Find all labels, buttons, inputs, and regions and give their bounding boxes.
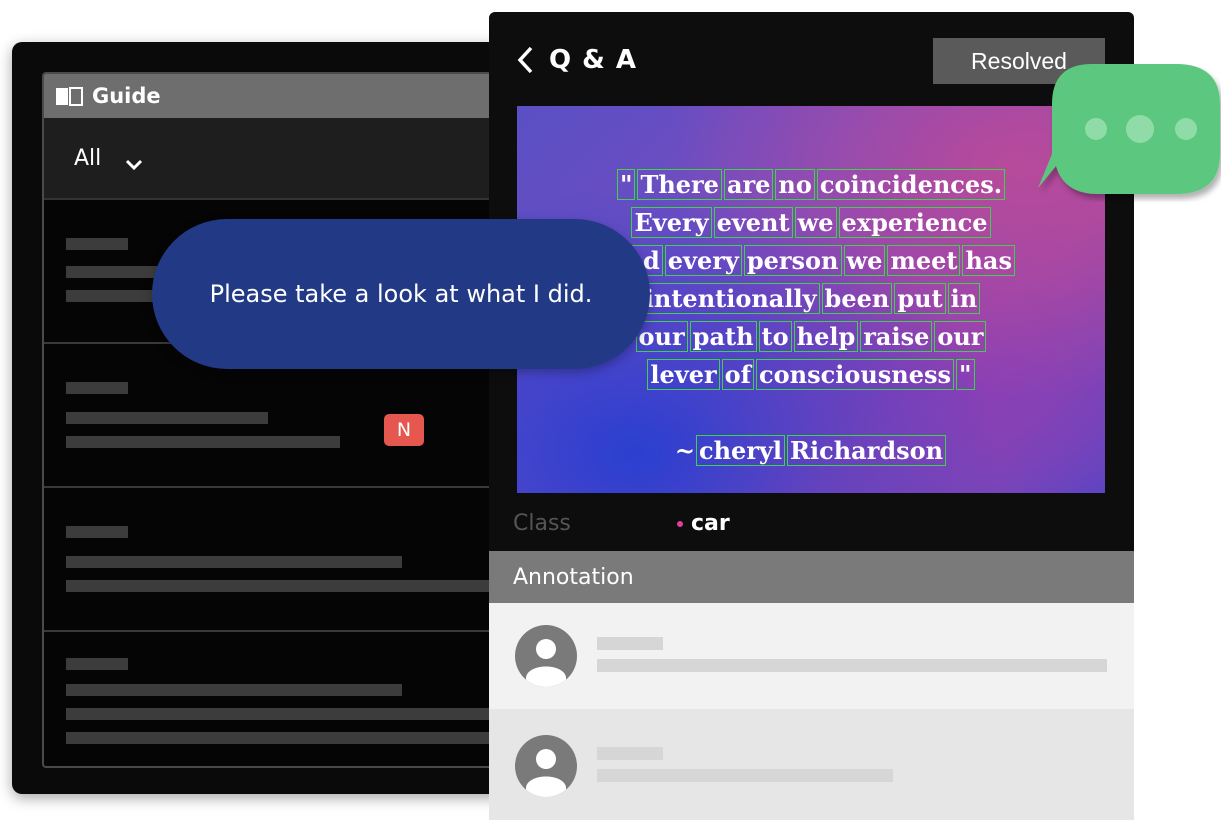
word-bounding-box[interactable]: intentionally: [641, 283, 820, 314]
word-bounding-box[interactable]: coincidences.: [816, 169, 1006, 200]
word-bounding-box[interactable]: put: [894, 283, 946, 314]
word-bounding-box[interactable]: meet: [887, 245, 961, 276]
placeholder-line: [66, 412, 268, 424]
word-bounding-box[interactable]: consciousness: [756, 359, 955, 390]
comment-item[interactable]: [489, 603, 1134, 709]
placeholder-line: [66, 658, 128, 670]
guide-list-item[interactable]: [44, 488, 564, 632]
guide-title: Guide: [92, 84, 161, 108]
user-avatar-icon: [515, 625, 577, 687]
word-bounding-box[interactable]: we: [843, 245, 886, 276]
filter-value: All: [74, 145, 102, 171]
word-bounding-box[interactable]: lever: [647, 359, 720, 390]
placeholder-line: [66, 526, 128, 538]
quote-line: " There are no coincidences.: [517, 166, 1105, 204]
placeholder-line: [597, 769, 893, 782]
word-bounding-box[interactable]: our: [635, 321, 688, 352]
tilde: ~: [674, 436, 695, 465]
chevron-left-icon[interactable]: [517, 46, 533, 74]
placeholder-line: [597, 637, 663, 650]
new-badge: N: [384, 414, 424, 446]
placeholder-line: [66, 238, 128, 250]
guide-list-item[interactable]: [44, 632, 564, 766]
chevron-down-icon: [125, 152, 143, 171]
word-bounding-box[interactable]: no: [775, 169, 815, 200]
word-bounding-box[interactable]: person: [743, 245, 842, 276]
quote-author: ~ cheryl Richardson: [517, 432, 1105, 470]
placeholder-line: [66, 382, 128, 394]
word-bounding-box[interactable]: every: [664, 245, 742, 276]
class-label: Class: [513, 510, 571, 536]
word-bounding-box[interactable]: ": [616, 169, 636, 200]
class-row: Class car: [489, 495, 1134, 551]
word-bounding-box[interactable]: path: [689, 321, 757, 352]
placeholder-line: [66, 732, 506, 744]
word-bounding-box[interactable]: raise: [860, 321, 933, 352]
message-bubble: Please take a look at what I did.: [152, 219, 650, 369]
word-bounding-box[interactable]: event: [713, 207, 793, 238]
placeholder-line: [597, 659, 1107, 672]
qa-title: Q & A: [549, 45, 638, 75]
placeholder-line: [66, 556, 402, 568]
guide-panel: Guide All N: [42, 72, 566, 768]
placeholder-line: [66, 684, 402, 696]
word-bounding-box[interactable]: cheryl: [695, 435, 786, 466]
guide-header: Guide: [44, 74, 564, 118]
word-bounding-box[interactable]: are: [723, 169, 774, 200]
placeholder-line: [66, 580, 506, 592]
word-bounding-box[interactable]: There: [637, 169, 722, 200]
class-value-text: car: [691, 510, 730, 536]
word-bounding-box[interactable]: we: [794, 207, 837, 238]
class-dot: [677, 520, 683, 527]
comment-item[interactable]: [489, 709, 1134, 820]
word-bounding-box[interactable]: to: [758, 321, 792, 352]
word-bounding-box[interactable]: our: [934, 321, 987, 352]
word-bounding-box[interactable]: experience: [838, 207, 991, 238]
word-bounding-box[interactable]: has: [962, 245, 1015, 276]
word-bounding-box[interactable]: of: [721, 359, 755, 390]
placeholder-line: [66, 436, 340, 448]
annotation-header: Annotation: [489, 551, 1134, 603]
word-bounding-box[interactable]: Every: [631, 207, 712, 238]
placeholder-line: [66, 708, 506, 720]
user-avatar-icon: [515, 735, 577, 797]
word-bounding-box[interactable]: been: [821, 283, 893, 314]
word-bounding-box[interactable]: ": [956, 359, 975, 390]
word-bounding-box[interactable]: in: [947, 283, 981, 314]
word-bounding-box[interactable]: help: [793, 321, 859, 352]
chat-bubble-icon: [1036, 62, 1221, 202]
guide-window: Guide All N: [12, 42, 572, 794]
word-bounding-box[interactable]: Richardson: [787, 435, 947, 466]
placeholder-line: [597, 747, 663, 760]
class-value[interactable]: car: [677, 511, 730, 536]
book-icon: [54, 85, 84, 107]
guide-filter-dropdown[interactable]: All: [44, 118, 564, 200]
